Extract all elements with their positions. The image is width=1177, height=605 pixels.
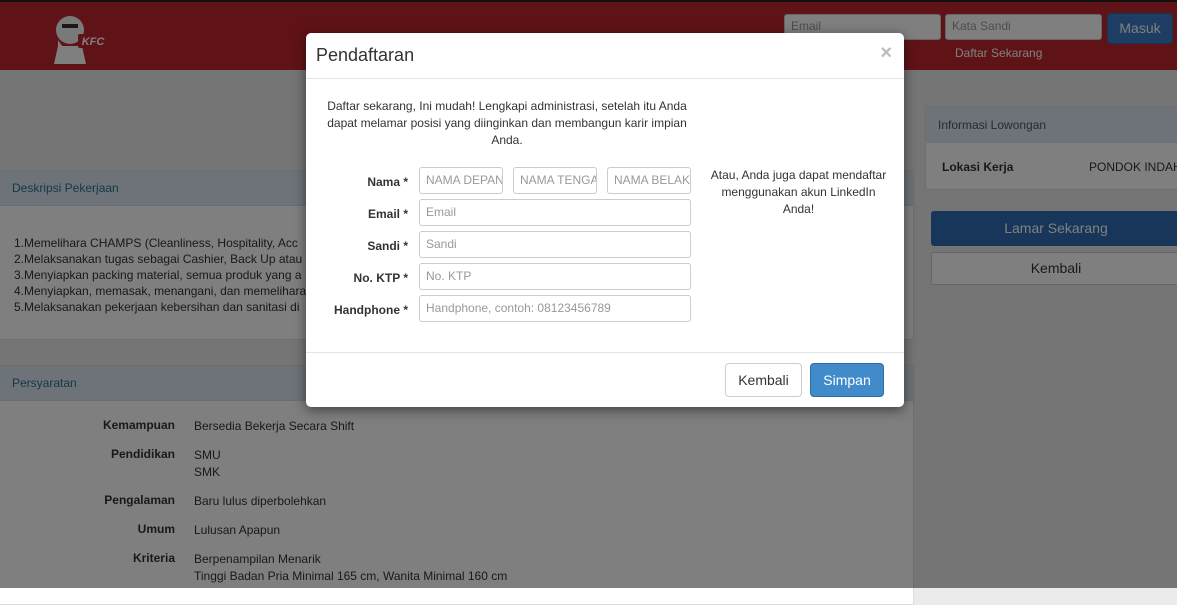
phone-field[interactable]: Handphone, contoh: 08123456789: [419, 295, 691, 322]
modal-title: Pendaftaran: [316, 45, 415, 65]
registration-modal: Pendaftaran × Daftar sekarang, Ini mudah…: [306, 33, 904, 407]
last-name-input[interactable]: NAMA BELAKANG: [607, 167, 691, 194]
ktp-label: No. KTP *: [353, 271, 408, 285]
save-button[interactable]: Simpan: [810, 363, 884, 397]
password-field[interactable]: Sandi: [419, 231, 691, 258]
close-icon[interactable]: ×: [880, 42, 892, 65]
email-field[interactable]: Email: [419, 199, 691, 226]
email-label: Email *: [367, 207, 408, 221]
modal-header: Pendaftaran ×: [306, 33, 904, 79]
phone-label: Handphone *: [334, 303, 408, 317]
linkedin-signup-text: Atau, Anda juga dapat mendaftar mengguna…: [710, 168, 887, 216]
first-name-input[interactable]: NAMA DEPAN: [419, 167, 503, 194]
password-label: Sandi *: [367, 239, 408, 253]
modal-back-button[interactable]: Kembali: [725, 363, 802, 397]
ktp-field[interactable]: No. KTP: [419, 263, 691, 290]
modal-intro-text: Daftar sekarang, Ini mudah! Lengkapi adm…: [327, 99, 687, 147]
name-label: Nama *: [367, 175, 408, 189]
middle-name-input[interactable]: NAMA TENGAH: [513, 167, 597, 194]
